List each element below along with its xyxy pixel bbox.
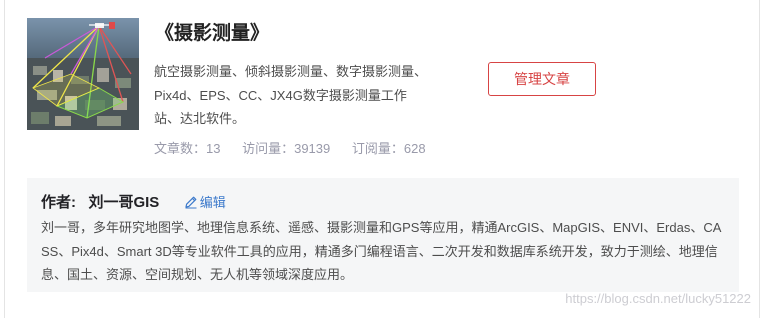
article-count: 文章数：13 — [154, 141, 221, 156]
aerial-photo-illustration — [27, 18, 139, 130]
watermark-url: https://blog.csdn.net/lucky51222 — [565, 291, 751, 306]
author-label: 作者: — [41, 194, 76, 211]
edit-link[interactable]: 编辑 — [184, 192, 226, 212]
author-panel: 作者: 刘一哥GIS 编辑 刘一哥，多年研究地图学、地理信息系统、遥感、摄影测量… — [27, 178, 739, 292]
view-count: 访问量：39139 — [242, 141, 331, 156]
author-header: 作者: 刘一哥GIS 编辑 — [41, 191, 226, 212]
column-title: 《摄影测量》 — [155, 23, 270, 44]
pencil-icon — [184, 195, 198, 212]
author-bio: 刘一哥，多年研究地图学、地理信息系统、遥感、摄影测量和GPS等应用，精通ArcG… — [41, 220, 722, 282]
author-name: 刘一哥GIS — [88, 194, 160, 211]
column-cover-image — [27, 18, 139, 130]
column-stats: 文章数：13 访问量：39139 订阅量：628 — [154, 138, 444, 157]
edit-label: 编辑 — [199, 195, 226, 210]
column-page: 《摄影测量》 航空摄影测量、倾斜摄影测量、数字摄影测量、Pix4d、EPS、CC… — [4, 0, 760, 318]
column-description: 航空摄影测量、倾斜摄影测量、数字摄影测量、Pix4d、EPS、CC、JX4G数字… — [154, 64, 428, 126]
subscription-count: 订阅量：628 — [351, 141, 426, 156]
manage-articles-button[interactable]: 管理文章 — [488, 62, 596, 96]
